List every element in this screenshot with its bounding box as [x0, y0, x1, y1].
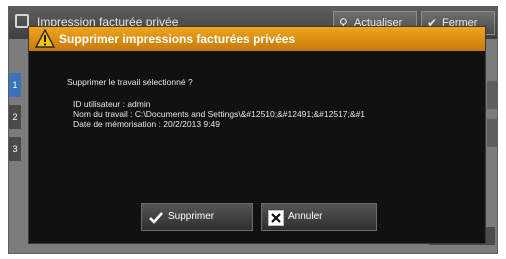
right-scroll-segment — [487, 81, 497, 109]
confirm-delete-dialog: Supprimer impressions facturées privées … — [28, 26, 486, 244]
dialog-title: Supprimer impressions facturées privées — [59, 32, 296, 46]
stored-date-text: Date de mémorisation : 20/2/2013 9:49 — [73, 119, 220, 129]
cancel-button[interactable]: Annuler — [261, 203, 377, 231]
confirmation-question: Supprimer le travail sélectionné ? — [67, 77, 193, 87]
dialog-body: Supprimer le travail sélectionné ? ID ut… — [67, 77, 365, 129]
cancel-button-label: Annuler — [288, 211, 323, 222]
checkmark-icon — [149, 212, 163, 224]
warning-icon — [35, 29, 55, 48]
job-name-text: Nom du travail : C:\Documents and Settin… — [73, 109, 366, 119]
side-tab-1[interactable]: 1 — [9, 73, 21, 97]
dialog-header: Supprimer impressions facturées privées — [29, 27, 485, 51]
cancel-x-icon — [268, 210, 284, 226]
delete-button-label: Supprimer — [168, 211, 215, 222]
delete-button[interactable]: Supprimer — [141, 203, 253, 231]
right-scroll-segment — [487, 119, 497, 147]
side-tab-2[interactable]: 2 — [9, 105, 21, 129]
side-tab-3[interactable]: 3 — [9, 137, 21, 161]
user-id-text: ID utilisateur : admin — [73, 99, 151, 109]
document-icon — [15, 14, 29, 28]
job-details: ID utilisateur : admin Nom du travail : … — [73, 99, 365, 129]
